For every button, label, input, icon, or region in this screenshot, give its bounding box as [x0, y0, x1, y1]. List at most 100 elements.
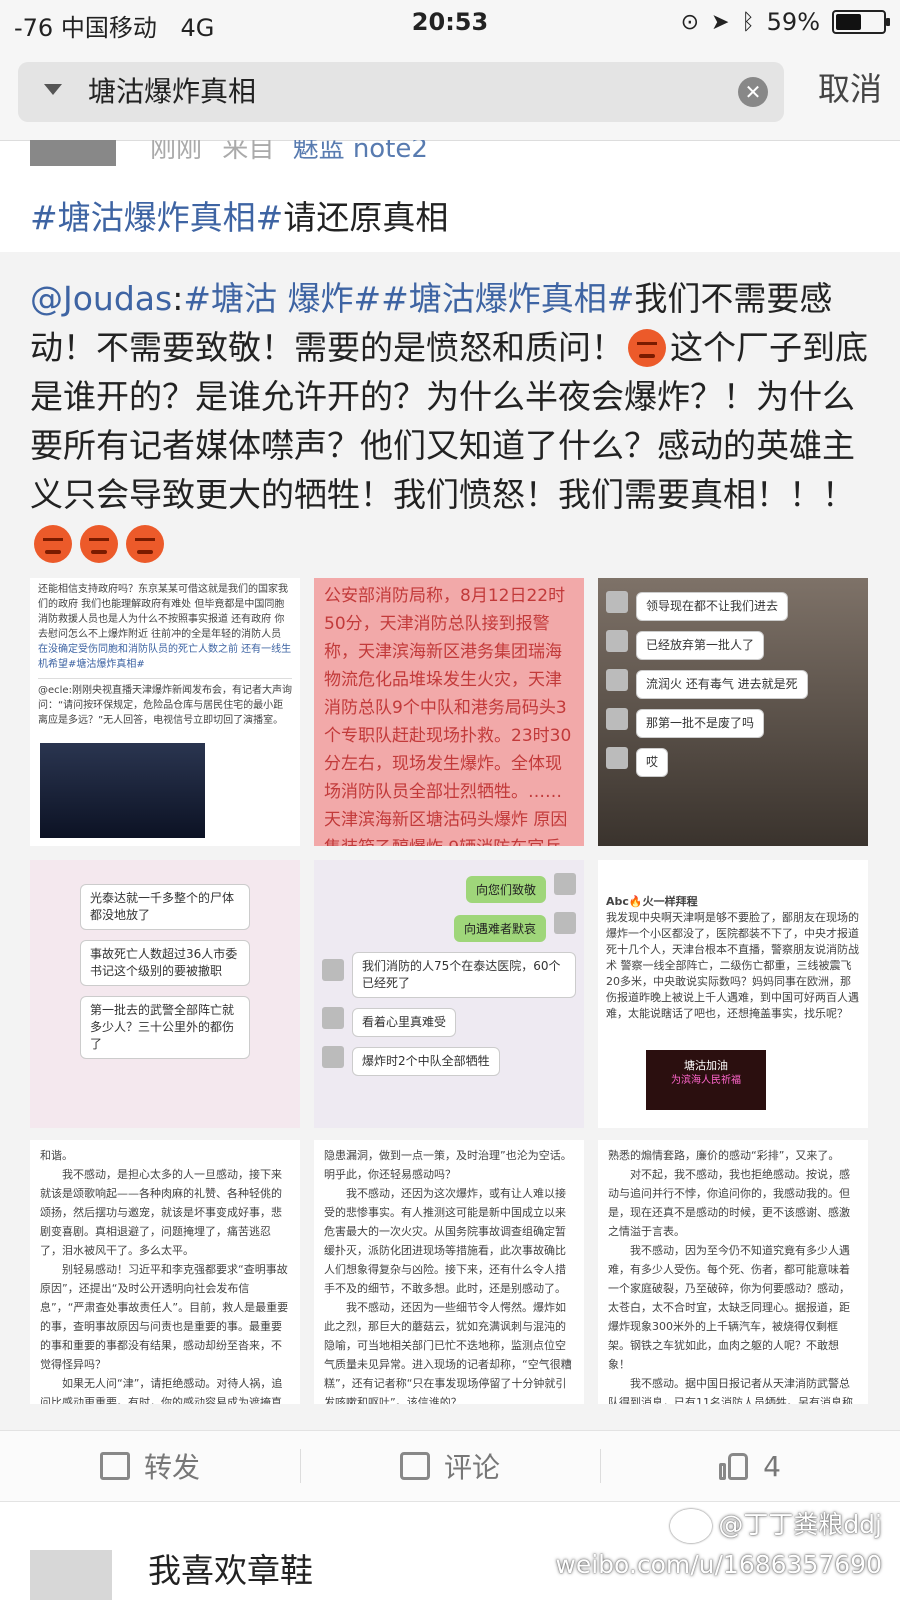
- image-grid: 还能相信支持政府吗？东京某某可借这就是我们的国家我们的政府 我们也能理解政府有难…: [30, 578, 870, 1404]
- hashtag-link[interactable]: #塘沽爆炸真相#: [30, 198, 283, 237]
- chat-bubble: 第一批去的武警全部阵亡就多少人？三十公里外的都伤了: [80, 996, 250, 1059]
- image-text: 公安部消防局称，8月12日22时50分，天津消防总队接到报警称，天津滨海新区港务…: [324, 586, 572, 846]
- watermark-handle: @丁丁粪粮ddj: [718, 1510, 882, 1539]
- image-thumbnail-9[interactable]: 熟悉的煽情套路，廉价的感动“彩排”，又来了。 对不起，我不感动，我也拒绝感动。按…: [598, 1140, 868, 1404]
- chat-avatar: [554, 911, 576, 934]
- post-device[interactable]: 魅蓝 note2: [293, 140, 428, 164]
- image-thumbnail-1[interactable]: 还能相信支持政府吗？东京某某可借这就是我们的国家我们的政府 我们也能理解政府有难…: [30, 578, 300, 846]
- chat-message: 事故死亡人数超过36人市委书记这个级别的要被撤职: [80, 930, 250, 986]
- battery-icon: [832, 10, 890, 34]
- hashtag-link[interactable]: #塘沽 爆炸##塘沽爆炸真相#: [183, 279, 634, 318]
- repost-button[interactable]: 转发: [0, 1431, 300, 1501]
- comment-label: 评论: [443, 1451, 500, 1484]
- essay-text: 隐患漏洞，做到一点一策，及时治理”也沦为空话。明乎此，你还轻易感动吗？ 我不感动…: [324, 1149, 572, 1404]
- status-icons: ⊙ ➤ ᛒ 59%: [680, 8, 890, 36]
- chat-avatar: [554, 872, 576, 895]
- chat-message: 向您们致敬: [322, 864, 576, 903]
- post-time: 刚刚: [150, 140, 203, 164]
- repost-icon: [99, 1452, 130, 1480]
- chat-message: 哎: [606, 738, 860, 777]
- image-text: @ecle:刚刚央视直播天津爆炸新闻发布会，有记者大声询问：“请问按环保规定，危…: [38, 678, 292, 728]
- post-meta: 刚刚 来自 魅蓝 note2: [150, 140, 428, 165]
- image-thumbnail-4[interactable]: 光泰达就一千多整个的尸体都没地放了 事故死亡人数超过36人市委书记这个级别的要被撤…: [30, 860, 300, 1128]
- post-source-label: 来自: [222, 140, 275, 164]
- chat-avatar: [322, 1045, 344, 1068]
- image-text: 我发现中央啊天津啊是够不要脸了，鄙朋友在现场的爆炸一个小区都没了，医院都装不下了…: [606, 911, 859, 1020]
- chat-bubble: 光泰达就一千多整个的尸体都没地放了: [80, 884, 250, 930]
- chat-avatar: [606, 629, 628, 652]
- post-action-bar: 转发 评论 4: [0, 1430, 900, 1502]
- chat-avatar: [322, 959, 344, 981]
- screenshot-text: 还能相信支持政府吗？东京某某可借这就是我们的国家我们的政府 我们也能理解政府有难…: [30, 578, 300, 732]
- post-body: 请还原真相: [283, 198, 449, 237]
- chat-bubble: 事故死亡人数超过36人市委书记这个级别的要被撤职: [80, 940, 250, 986]
- chat-bubble: 哎: [636, 748, 669, 777]
- chat-bubble: 向您们致敬: [465, 876, 546, 903]
- chat-screenshot: 光泰达就一千多整个的尸体都没地放了 事故死亡人数超过36人市委书记这个级别的要被撤…: [30, 860, 300, 1059]
- chat-message: 第一批去的武警全部阵亡就多少人？三十公里外的都伤了: [80, 986, 250, 1059]
- comment-button[interactable]: 评论: [300, 1431, 600, 1501]
- avatar[interactable]: [30, 140, 116, 166]
- image-thumbnail-7[interactable]: 和谐。 我不感动，是担心太多的人一旦感动，接下来就该是颂歌响起——各种肉麻的礼赞…: [30, 1140, 300, 1404]
- post-text: #塘沽爆炸真相#请还原真相: [30, 196, 448, 240]
- image-thumbnail-6[interactable]: Abc🔥火一样拜程 我发现中央啊天津啊是够不要脸了，鄙朋友在现场的爆炸一个小区都…: [598, 860, 868, 1128]
- chat-message: 爆炸时2个中队全部牺牲: [322, 1037, 576, 1076]
- image-thumbnail-2[interactable]: 公安部消防局称，8月12日22时50分，天津消防总队接到报警称，天津滨海新区港务…: [314, 578, 584, 846]
- chat-message: 已经放弃第一批人了: [606, 621, 860, 660]
- search-scope-dropdown-icon[interactable]: [44, 84, 62, 95]
- battery-fill: [836, 14, 861, 30]
- chat-avatar: [606, 707, 628, 730]
- clear-search-icon[interactable]: ✕: [738, 77, 768, 107]
- chat-message: 流润火 还有毒气 进去就是死: [606, 660, 860, 699]
- chat-avatar: [606, 590, 628, 613]
- angry-emoji-icon: [34, 525, 72, 563]
- candle-heart-image: 塘沽加油 为滨海人民祈福: [646, 1050, 766, 1110]
- chat-bubble: 看着心里真难受: [352, 1008, 457, 1037]
- thumbs-up-icon: [719, 1451, 749, 1481]
- chat-screenshot: 向您们致敬 向遇难者默哀 我们消防的人75个在泰达医院，60个已经死了 看着心里真难受…: [314, 860, 584, 1080]
- status-bar: -76 中国移动 4G 20:53 ⊙ ➤ ᛒ 59%: [0, 0, 900, 50]
- author-name[interactable]: 我喜欢章鞋: [148, 1544, 313, 1592]
- image-caption: 为滨海人民祈福: [671, 1075, 741, 1086]
- chat-message: 向遇难者默哀: [322, 903, 576, 942]
- chat-bubble: 向遇难者默哀: [453, 915, 546, 942]
- chat-avatar: [322, 1006, 344, 1029]
- comment-icon: [399, 1452, 430, 1480]
- avatar[interactable]: [30, 1550, 112, 1600]
- angry-emoji-icon: [126, 525, 164, 563]
- search-input[interactable]: 塘沽爆炸真相 ✕: [18, 62, 784, 122]
- chat-avatar: [606, 668, 628, 691]
- like-button[interactable]: 4: [600, 1431, 900, 1501]
- chat-message: 光泰达就一千多整个的尸体都没地放了: [80, 874, 250, 930]
- image-thumbnail-8[interactable]: 隐患漏洞，做到一点一策，及时治理”也沦为空话。明乎此，你还轻易感动吗？ 我不感动…: [314, 1140, 584, 1404]
- chat-bubble: 领导现在都不让我们进去: [636, 592, 789, 621]
- chat-bubble: 流润火 还有毒气 进去就是死: [636, 670, 808, 699]
- bluetooth-icon: ᛒ: [741, 9, 755, 35]
- cancel-button[interactable]: 取消: [818, 64, 882, 114]
- chat-screenshot: 领导现在都不让我们进去 已经放弃第一批人了流润火 还有毒气 进去就是死 那第一批不是…: [598, 578, 868, 781]
- angry-emoji-icon: [628, 329, 666, 367]
- video-thumbnail: [40, 743, 205, 838]
- mention-link[interactable]: @Joudas: [30, 279, 172, 318]
- rotation-lock-icon: ⊙: [680, 9, 700, 35]
- like-count: 4: [763, 1449, 781, 1483]
- image-banner: 塘沽加油: [684, 1059, 728, 1072]
- chat-bubble: 已经放弃第一批人了: [636, 631, 765, 660]
- image-thumbnail-3[interactable]: 领导现在都不让我们进去 已经放弃第一批人了流润火 还有毒气 进去就是死 那第一批不是…: [598, 578, 868, 846]
- comment-author: Abc🔥火一样拜程: [606, 895, 698, 908]
- colon: :: [172, 279, 184, 318]
- chat-message: 那第一批不是废了吗: [606, 699, 860, 738]
- essay-text: 和谐。 我不感动，是担心太多的人一旦感动，接下来就该是颂歌响起——各种肉麻的礼赞…: [40, 1149, 289, 1404]
- search-query[interactable]: 塘沽爆炸真相: [88, 72, 256, 112]
- location-icon: ➤: [711, 9, 730, 35]
- repost-text: @Joudas:#塘沽 爆炸##塘沽爆炸真相#我们不需要感动！不需要致敬！需要的…: [30, 274, 870, 568]
- essay-text: 熟悉的煽情套路，廉价的感动“彩排”，又来了。 对不起，我不感动，我也拒绝感动。按…: [608, 1149, 853, 1404]
- watermark-url: weibo.com/u/1686357690: [555, 1550, 882, 1579]
- search-header: 塘沽爆炸真相 ✕ 取消: [0, 50, 900, 141]
- chat-avatar: [606, 746, 628, 769]
- chat-message: 看着心里真难受: [322, 998, 576, 1037]
- chat-bubble: 那第一批不是废了吗: [636, 709, 765, 738]
- image-text: 在没确定受伤同胞和消防队员的死亡人数之前 还有一线生机希望#塘沽爆炸真相#: [38, 644, 292, 670]
- image-thumbnail-5[interactable]: 向您们致敬 向遇难者默哀 我们消防的人75个在泰达医院，60个已经死了 看着心里真难受…: [314, 860, 584, 1128]
- chat-message: 领导现在都不让我们进去: [606, 582, 860, 621]
